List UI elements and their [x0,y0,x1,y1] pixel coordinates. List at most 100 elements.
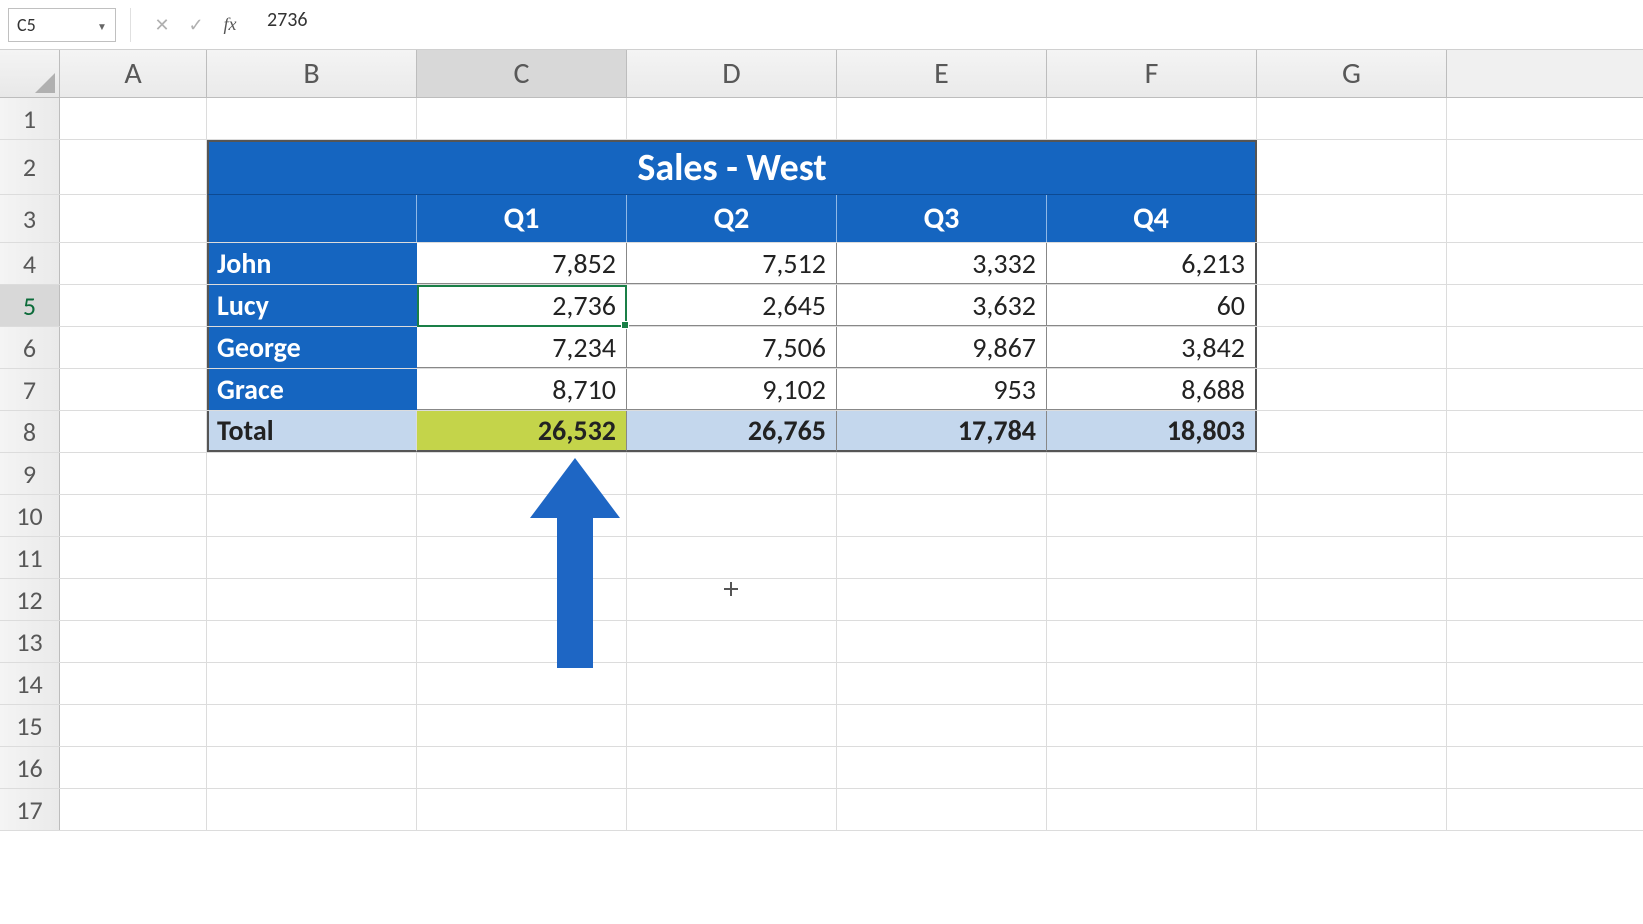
cell-F14[interactable] [1047,663,1257,704]
cell-F16[interactable] [1047,747,1257,788]
cell-F5[interactable]: 60 [1047,285,1257,326]
row-header-15[interactable]: 15 [0,705,60,746]
cell-D6[interactable]: 7,506 [627,327,837,368]
cell-B5[interactable]: Lucy [207,285,417,326]
cell-C7[interactable]: 8,710 [417,369,627,410]
cell-E14[interactable] [837,663,1047,704]
cell-G13[interactable] [1257,621,1447,662]
row-header-9[interactable]: 9 [0,453,60,494]
cell-B16[interactable] [207,747,417,788]
cell-E11[interactable] [837,537,1047,578]
cell-D4[interactable]: 7,512 [627,243,837,284]
cell-C17[interactable] [417,789,627,830]
cell-D13[interactable] [627,621,837,662]
fx-icon[interactable]: fx [213,8,247,42]
cell-A1[interactable] [60,98,207,139]
cell-E13[interactable] [837,621,1047,662]
cell-C9[interactable] [417,453,627,494]
row-header-4[interactable]: 4 [0,243,60,284]
row-header-2[interactable]: 2 [0,140,60,194]
cell-B8[interactable]: Total [207,411,417,452]
cell-G4[interactable] [1257,243,1447,284]
row-header-6[interactable]: 6 [0,327,60,368]
cell-E10[interactable] [837,495,1047,536]
cell-B3[interactable] [207,195,417,242]
cell-A13[interactable] [60,621,207,662]
cell-E5[interactable]: 3,632 [837,285,1047,326]
row-header-16[interactable]: 16 [0,747,60,788]
cell-C8[interactable]: 26,532 [417,411,627,452]
cell-G16[interactable] [1257,747,1447,788]
table-title[interactable]: Sales - West [207,140,1257,195]
cell-C10[interactable] [417,495,627,536]
cell-E8[interactable]: 17,784 [837,411,1047,452]
col-header-D[interactable]: D [627,50,837,97]
cell-C11[interactable] [417,537,627,578]
cell-F9[interactable] [1047,453,1257,494]
row-header-1[interactable]: 1 [0,98,60,139]
row-header-13[interactable]: 13 [0,621,60,662]
cell-A11[interactable] [60,537,207,578]
col-header-E[interactable]: E [837,50,1047,97]
row-header-12[interactable]: 12 [0,579,60,620]
cell-A4[interactable] [60,243,207,284]
cell-G7[interactable] [1257,369,1447,410]
col-header-B[interactable]: B [207,50,417,97]
cell-B15[interactable] [207,705,417,746]
cell-B17[interactable] [207,789,417,830]
row-header-11[interactable]: 11 [0,537,60,578]
cell-A9[interactable] [60,453,207,494]
col-header-C[interactable]: C [417,50,627,97]
cell-E1[interactable] [837,98,1047,139]
cell-E16[interactable] [837,747,1047,788]
cell-F6[interactable]: 3,842 [1047,327,1257,368]
cell-A8[interactable] [60,411,207,452]
cell-E3[interactable]: Q3 [837,195,1047,242]
cell-B10[interactable] [207,495,417,536]
cell-G10[interactable] [1257,495,1447,536]
cell-C4[interactable]: 7,852 [417,243,627,284]
cell-E15[interactable] [837,705,1047,746]
cell-F11[interactable] [1047,537,1257,578]
row-header-8[interactable]: 8 [0,411,60,452]
cell-B6[interactable]: George [207,327,417,368]
cell-G2[interactable] [1257,140,1447,194]
cell-G14[interactable] [1257,663,1447,704]
col-header-F[interactable]: F [1047,50,1257,97]
cell-D15[interactable] [627,705,837,746]
cancel-icon[interactable]: ✕ [145,8,179,42]
cell-B14[interactable] [207,663,417,704]
cell-E17[interactable] [837,789,1047,830]
cell-C14[interactable] [417,663,627,704]
cell-F7[interactable]: 8,688 [1047,369,1257,410]
cell-B13[interactable] [207,621,417,662]
cell-A7[interactable] [60,369,207,410]
cell-D1[interactable] [627,98,837,139]
cell-C6[interactable]: 7,234 [417,327,627,368]
select-all-triangle[interactable] [0,50,60,97]
cell-D16[interactable] [627,747,837,788]
cell-D10[interactable] [627,495,837,536]
cell-C16[interactable] [417,747,627,788]
col-header-A[interactable]: A [60,50,207,97]
cell-D7[interactable]: 9,102 [627,369,837,410]
cell-C3[interactable]: Q1 [417,195,627,242]
cell-D17[interactable] [627,789,837,830]
cell-F12[interactable] [1047,579,1257,620]
cell-A16[interactable] [60,747,207,788]
cell-C13[interactable] [417,621,627,662]
cell-D9[interactable] [627,453,837,494]
cell-D3[interactable]: Q2 [627,195,837,242]
cell-B1[interactable] [207,98,417,139]
cell-F3[interactable]: Q4 [1047,195,1257,242]
cell-G1[interactable] [1257,98,1447,139]
cell-G6[interactable] [1257,327,1447,368]
cell-B11[interactable] [207,537,417,578]
cell-F13[interactable] [1047,621,1257,662]
cell-G11[interactable] [1257,537,1447,578]
cell-A3[interactable] [60,195,207,242]
cell-G3[interactable] [1257,195,1447,242]
chevron-down-icon[interactable]: ▼ [97,20,107,30]
cell-A17[interactable] [60,789,207,830]
cell-A2[interactable] [60,140,207,194]
